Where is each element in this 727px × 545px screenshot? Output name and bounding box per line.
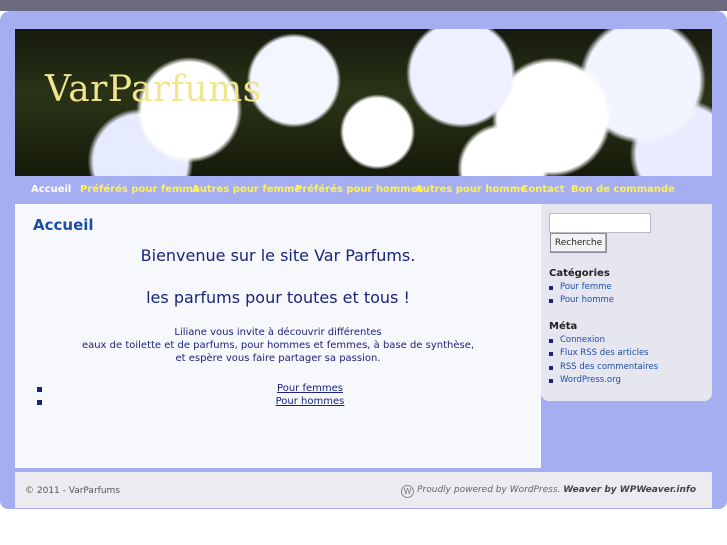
link-pour-femmes[interactable]: Pour femmes [35,383,585,394]
nav-item-autres-homme[interactable]: Autres pour homme [415,184,527,195]
nav-item-accueil[interactable]: Accueil [31,184,71,195]
list-item: Pour femmes [35,383,541,396]
main-content: Accueil Bienvenue sur le site Var Parfum… [15,204,541,468]
meta-item-flux-rss-articles[interactable]: Flux RSS des articles [549,348,658,361]
bullet-icon [549,378,553,383]
meta-item-wordpress-org[interactable]: WordPress.org [549,375,658,388]
site-logo[interactable]: VarParfums [45,69,262,110]
meta-item-connexion[interactable]: Connexion [549,335,658,348]
meta-title: Méta [549,321,578,332]
category-item-pour-femme[interactable]: Pour femme [549,282,614,295]
nav-item-bon-de-commande[interactable]: Bon de commande [571,184,675,195]
nav-item-autres-femme[interactable]: Autres pour femme [192,184,301,195]
bullet-icon [549,352,553,357]
powered-by-link[interactable]: Proudly powered by WordPress. [417,485,560,495]
search-button[interactable]: Recherche [550,233,607,253]
sidebar: Recherche Catégories Pour femme Pour hom… [541,204,712,401]
tagline-heading: les parfums pour toutes et tous ! [146,288,410,307]
categories-title: Catégories [549,268,610,279]
bullet-icon [549,339,553,343]
invite-line: et espère vous faire partager sa passion… [175,353,381,364]
invite-line: Liliane vous invite à découvrir différen… [174,327,382,338]
bullet-icon [549,365,553,370]
categories-list: Pour femme Pour homme [549,282,614,309]
top-bar [0,0,727,11]
bullet-icon [549,286,553,290]
bullet-icon [549,299,553,304]
category-links: Pour femmes Pour hommes [35,383,541,409]
search-input[interactable] [549,213,651,233]
page-title: Accueil [33,216,94,234]
main-navigation: Accueil Préférés pour femme Autres pour … [15,178,712,202]
meta-list: Connexion Flux RSS des articles RSS des … [549,335,658,388]
welcome-heading: Bienvenue sur le site Var Parfums. [140,246,416,265]
nav-item-preferes-femme[interactable]: Préférés pour femme [80,184,200,195]
meta-item-rss-commentaires[interactable]: RSS des commentaires [549,362,658,375]
category-label: Pour femme [560,282,612,292]
nav-item-contact[interactable]: Contact [521,184,565,195]
invite-paragraph: Liliane vous invite à découvrir différen… [15,326,541,365]
powered-by: W Proudly powered by WordPress. Weaver by… [401,485,696,498]
wordpress-icon[interactable]: W [401,485,415,498]
nav-item-preferes-hommes[interactable]: Préférés pour hommes [295,184,423,195]
weaver-credit-link[interactable]: Weaver by WPWeaver.info [563,485,696,495]
meta-label: RSS des commentaires [560,361,659,372]
meta-label: Connexion [560,335,605,345]
meta-label: WordPress.org [560,374,621,385]
category-item-pour-homme[interactable]: Pour homme [549,295,614,308]
category-label: Pour homme [560,295,614,306]
copyright-text: © 2011 - VarParfums [25,486,120,496]
invite-line: eaux de toilette et de parfums, pour hom… [81,340,475,351]
meta-label: Flux RSS des articles [560,348,649,359]
link-pour-hommes[interactable]: Pour hommes [35,396,585,407]
list-item: Pour hommes [35,396,541,409]
header-banner: VarParfums [15,29,712,176]
footer: © 2011 - VarParfums W Proudly powered by … [15,472,712,508]
